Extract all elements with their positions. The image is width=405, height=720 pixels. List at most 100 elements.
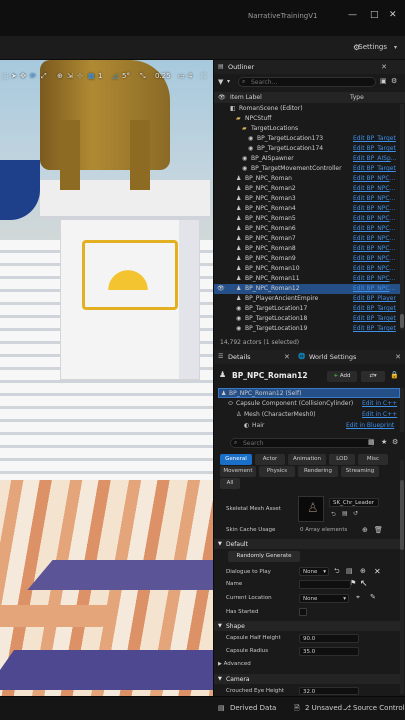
outliner-row[interactable]: ♟ BP_NPC_Roman10 Edit BP_NPC_Ro (214, 264, 400, 274)
camera-speed-icon[interactable]: ▭ (178, 72, 185, 84)
outliner-row[interactable]: ◧ RomanScene (Editor) (214, 104, 400, 114)
filter-tab[interactable]: Animation (288, 454, 326, 465)
maximize-button[interactable]: □ (370, 10, 379, 20)
current-location-dropdown[interactable]: None ▾ (299, 594, 349, 603)
visibility-icon[interactable]: 👁 (218, 94, 226, 101)
has-started-checkbox[interactable] (299, 608, 307, 616)
outliner-search-input[interactable]: ⌕ Search... (238, 77, 376, 87)
minimize-button[interactable]: — (348, 10, 357, 20)
outliner-row-type-link[interactable]: Edit BP_NPC_Ro (353, 235, 397, 242)
outliner-row-type-link[interactable]: Edit BP_NPC_Ro (353, 255, 397, 262)
flag-icon[interactable]: ⚑ (350, 579, 356, 587)
outliner-row-type-link[interactable]: Edit BP_NPC_Ro (353, 275, 397, 282)
outliner-row-type-link[interactable]: Edit BP_Player (353, 295, 397, 302)
item-label-column[interactable]: Item Label (230, 94, 262, 101)
table-view-icon[interactable]: ▦ (368, 438, 375, 446)
filter-tab[interactable]: Physics (259, 466, 295, 477)
mesh-thumbnail[interactable]: ♙ (298, 496, 324, 522)
scale-snap-icon[interactable]: ⤡ (140, 72, 146, 84)
outliner-row-type-link[interactable]: Edit BP_Target (353, 325, 397, 332)
outliner-row-type-link[interactable]: Edit BP_NPC_Ro (353, 205, 397, 212)
outliner-row-type-link[interactable]: Edit BP_NPC_Ro (353, 175, 397, 182)
outliner-scrollbar[interactable] (400, 104, 404, 330)
picker-icon[interactable]: ⌖ (356, 593, 360, 602)
chevron-down-icon[interactable]: ▾ (227, 78, 230, 85)
filter-tab[interactable]: Rendering (298, 466, 338, 477)
camera-speed-value[interactable]: 4 (188, 72, 192, 84)
reset-icon[interactable]: ↺ (353, 510, 358, 517)
edit-component-link[interactable]: Edit in Blueprint (346, 422, 394, 429)
filter-tab[interactable]: Misc (358, 454, 388, 465)
outliner-row-type-link[interactable]: Edit BP_NPC_Ro (353, 195, 397, 202)
grid-snap-icon[interactable]: ▦ (88, 72, 95, 84)
gear-icon[interactable]: ⚙ (392, 438, 398, 446)
filter-tab[interactable]: Movement (220, 466, 256, 477)
close-tab-icon[interactable]: ✕ (395, 353, 401, 361)
dialogue-dropdown[interactable]: None ▾ (299, 567, 329, 576)
filter-icon[interactable]: ▼ (218, 78, 223, 86)
outliner-row[interactable]: ◉ BP_TargetLocation174 Edit BP_Target (214, 144, 400, 154)
details-search-input[interactable]: ⌕ Search (230, 438, 374, 448)
outliner-tab[interactable]: ▤ Outliner ✕ (214, 60, 405, 74)
filter-tab[interactable]: Actor (255, 454, 285, 465)
filter-tab[interactable]: LOD (329, 454, 355, 465)
capsule-half-height-field[interactable]: 90.0 (299, 634, 359, 643)
angle-snap-value[interactable]: 5° (122, 72, 130, 84)
star-icon[interactable]: ★ (381, 438, 387, 446)
gear-icon[interactable]: ⚙ (391, 77, 397, 85)
outliner-row-type-link[interactable]: Edit BP_NPC_Ro (353, 265, 397, 272)
add-element-icon[interactable]: ⊕ (362, 526, 368, 534)
outliner-row[interactable]: ◉ BP_TargetLocation17 Edit BP_Target (214, 304, 400, 314)
randomly-generate-button[interactable]: Randomly Generate (228, 551, 300, 562)
scale-snap-value[interactable]: 0.25 (155, 72, 171, 84)
world-space-icon[interactable]: ⊕ (57, 72, 63, 84)
scale-icon[interactable]: ⤢ (41, 72, 47, 84)
browse-icon[interactable]: ▤ (346, 567, 353, 575)
outliner-row-type-link[interactable]: Edit BP_Target (353, 315, 397, 322)
outliner-row[interactable]: ◉ BP_TargetLocation173 Edit BP_Target (214, 134, 400, 144)
angle-snap-icon[interactable]: ◿ (112, 72, 117, 84)
outliner-row[interactable]: ♟ BP_NPC_Roman6 Edit BP_NPC_Ro (214, 224, 400, 234)
default-section-header[interactable]: ▼ Default (214, 539, 400, 549)
close-tab-icon[interactable]: ✕ (284, 353, 290, 361)
lock-icon[interactable]: 🔒 (390, 371, 399, 379)
select-icon[interactable]: ➤ (11, 72, 17, 84)
filter-tab[interactable]: General (220, 454, 252, 465)
outliner-row-type-link[interactable]: Edit BP_NPC_Ro (353, 285, 397, 292)
details-scrollbar[interactable] (400, 460, 404, 694)
add-folder-icon[interactable]: ▣ (380, 77, 387, 85)
outliner-row[interactable]: ▰ NPCStuff (214, 114, 400, 124)
outliner-row[interactable]: ◉ BP_AISpawner Edit BP_AISpaw (214, 154, 400, 164)
outliner-row-type-link[interactable]: Edit BP_AISpaw (353, 155, 397, 162)
blueprint-options-button[interactable]: ⇄▾ (361, 371, 385, 382)
outliner-row-type-link[interactable]: Edit BP_NPC_Ro (353, 245, 397, 252)
surface-snap-icon[interactable]: ⇲ (67, 72, 73, 84)
components-scrollbar[interactable] (400, 388, 404, 432)
outliner-row[interactable]: 👁 ♟ BP_NPC_Roman12 Edit BP_NPC_Ro (214, 284, 400, 294)
actor-name[interactable]: BP_NPC_Roman12 (232, 371, 308, 380)
outliner-row[interactable]: ♟ BP_NPC_Roman2 Edit BP_NPC_Ro (214, 184, 400, 194)
arrow-left-icon[interactable]: ⮌ (334, 567, 340, 578)
scrollbar-thumb[interactable] (400, 314, 404, 328)
crouched-eye-field[interactable]: 32.0 (299, 687, 359, 695)
outliner-row[interactable]: ♟ BP_NPC_Roman9 Edit BP_NPC_Ro (214, 254, 400, 264)
edit-component-link[interactable]: Edit in C++ (362, 411, 397, 418)
outliner-row[interactable]: ♟ BP_NPC_Roman Edit BP_NPC_Ro (214, 174, 400, 184)
select-mode-icon[interactable]: ⬚ (2, 72, 9, 84)
arrow-left-icon[interactable]: ⮌ (331, 510, 336, 520)
outliner-row[interactable]: ▰ TargetLocations (214, 124, 400, 134)
edit-component-link[interactable]: Edit in C++ (362, 400, 397, 407)
close-button[interactable]: ✕ (389, 10, 397, 20)
add-icon[interactable]: ⊕ (360, 567, 366, 575)
browse-icon[interactable]: ▤ (342, 510, 348, 517)
level-viewport[interactable]: ⬚ ➤ ✥ ⟳ ⤢ ⊕ ⇲ ⊹ ▦ 1 ◿ 5° ⤡ 0.25 ▭ 4 ⛶ (0, 60, 213, 696)
outliner-row[interactable]: ◉ BP_TargetMovementController Edit BP_Targ… (214, 164, 400, 174)
outliner-row[interactable]: ♟ BP_NPC_Roman3 Edit BP_NPC_Ro (214, 194, 400, 204)
outliner-row[interactable]: ◉ BP_TargetLocation19 Edit BP_Target (214, 324, 400, 334)
type-column[interactable]: Type (350, 94, 364, 101)
outliner-row-type-link[interactable]: Edit BP_Target (353, 305, 397, 312)
chevron-down-icon[interactable]: ▾ (394, 44, 397, 51)
rotate-icon[interactable]: ⟳ (30, 72, 36, 84)
component-row[interactable]: ◐ Hair Edit in Blueprint (218, 421, 400, 431)
outliner-row-type-link[interactable]: Edit BP_Target (353, 145, 397, 152)
